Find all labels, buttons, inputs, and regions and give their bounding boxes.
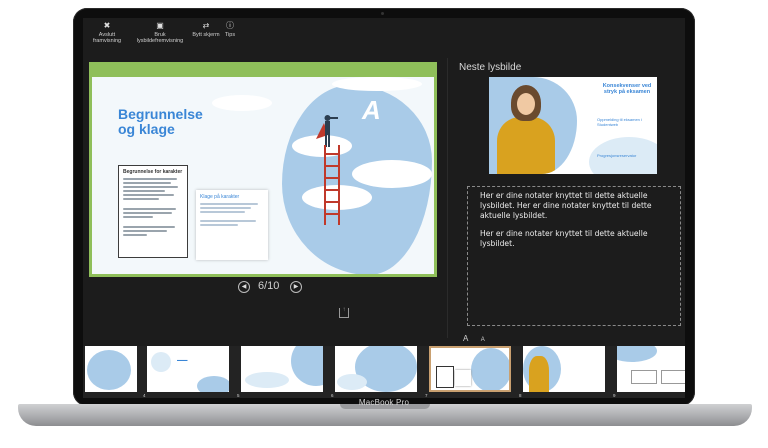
presenter-view-screen: ✖ Avslutt framvisning ▣ Bruk lysbildefre… [83,18,685,398]
student-photo [489,77,577,174]
previous-slide-button[interactable]: ◀ [238,281,250,293]
share-icon[interactable]: ↑ [339,307,349,318]
figure-illustration [314,113,338,147]
tips-button[interactable]: ⓘ Tips [223,21,237,39]
slide-thumbnail[interactable] [241,346,323,392]
info-icon: ⓘ [226,21,234,30]
use-slideshow-button[interactable]: ▣ Bruk lysbildefremvisning [131,21,189,45]
cloud-shape [332,77,422,91]
camera-dot [381,12,384,15]
device-label: MacBook Pro [358,398,410,407]
reasoning-box: Begrunnelse for karakter [118,165,188,258]
close-circle-icon: ✖ [103,21,111,30]
slide-accent-bar [92,65,434,77]
laptop-lid: ✖ Avslutt framvisning ▣ Bruk lysbildefre… [73,8,695,406]
next-slide-preview[interactable]: Konsekvenser ved stryk på eksamen Oppmel… [489,77,657,174]
letter-a-graphic: A [362,95,381,125]
presenter-toolbar: ✖ Avslutt framvisning ▣ Bruk lysbildefre… [83,18,685,52]
slide-thumbnail[interactable]: ▬▬▬ [147,346,229,392]
slide-thumbnail-current[interactable] [429,346,511,392]
tips-label: Tips [224,32,236,38]
complaint-box-title: Klage på karakter [200,194,240,200]
swap-display-label: Bytt skjerm [192,32,220,38]
slide-title: Begrunnelse og klage [118,106,203,137]
panel-divider [447,58,448,338]
laptop-base [18,404,752,426]
next-slide-label: Neste lysbilde [459,62,522,73]
end-show-label: Avslutt framvisning [92,32,122,44]
reasoning-box-title: Begrunnelse for karakter [123,169,183,175]
increase-font-button[interactable]: A [463,334,468,343]
font-size-controls: A A [463,328,493,346]
use-slideshow-label: Bruk lysbildefremvisning [136,32,184,44]
end-show-button[interactable]: ✖ Avslutt framvisning [85,21,129,45]
ladder-illustration [324,145,340,225]
current-slide[interactable]: A Begrunnelse og klage Begrunnelse for k [89,62,437,277]
slide-thumbnail[interactable] [85,346,137,392]
notes-paragraph: Her er dine notater knyttet til dette ak… [480,229,648,248]
cloud-shape [212,95,272,111]
cloud-shape [352,160,432,188]
swap-display-button[interactable]: ⇄ Bytt skjerm [191,21,221,39]
next-slide-title: Konsekvenser ved stryk på eksamen [602,83,652,95]
swap-icon: ⇄ [202,21,210,30]
slide-filmstrip: ▬▬▬ 4 5 6 7 8 9 [83,346,685,398]
slide-thumbnail[interactable] [335,346,417,392]
next-slide-subtitle-2: Progresjonsreservator [597,153,637,158]
next-slide-subtitle-1: Oppmelding til eksamen i Studentweb [597,117,642,127]
slide-thumbnail[interactable] [617,346,685,392]
slide-navigation: ◀ 6/10 ▶ [238,280,308,294]
slide-thumbnail[interactable] [523,346,605,392]
decrease-font-button[interactable]: A [481,337,485,343]
notes-paragraph: Her er dine notater knyttet til dette ak… [480,191,652,220]
complaint-box: Klage på karakter [196,190,268,260]
screens-icon: ▣ [156,21,164,30]
next-slide-button[interactable]: ▶ [290,281,302,293]
slide-counter: 6/10 [258,280,280,292]
speaker-notes[interactable]: Her er dine notater knyttet til dette ak… [467,186,681,326]
